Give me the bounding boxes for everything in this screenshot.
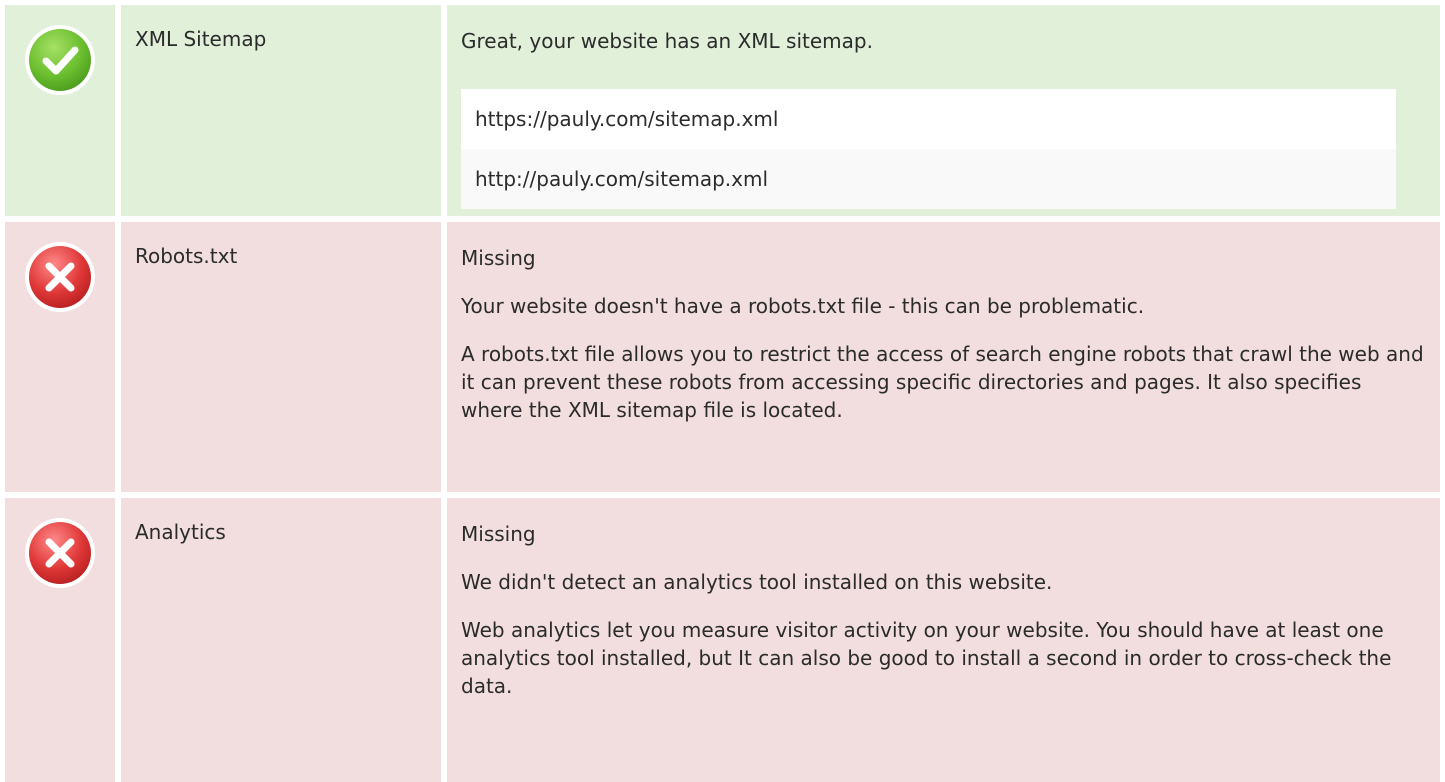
check-summary: Great, your website has an XML sitemap. [461,29,873,53]
check-detail: A robots.txt file allows you to restrict… [461,342,1424,422]
check-label: Analytics [135,520,226,544]
check-row-xml-sitemap: XML Sitemap Great, your website has an X… [0,5,1445,216]
check-content-cell: Great, your website has an XML sitemap. … [447,5,1440,216]
check-content-cell: Missing We didn't detect an analytics to… [447,498,1440,782]
status-cell [5,222,115,492]
sitemap-url: http://pauly.com/sitemap.xml [461,149,1396,209]
check-summary: Missing [461,522,536,546]
cross-icon [25,242,95,312]
check-label-cell: XML Sitemap [121,5,441,216]
check-label-cell: Analytics [121,498,441,782]
check-row-analytics: Analytics Missing We didn't detect an an… [0,498,1445,782]
status-cell [5,5,115,216]
check-label: Robots.txt [135,244,238,268]
check-content: Missing Your website doesn't have a robo… [461,244,1426,424]
check-summary: Missing [461,246,536,270]
cross-icon [25,518,95,588]
check-content-cell: Missing Your website doesn't have a robo… [447,222,1440,492]
sitemap-url-list: https://pauly.com/sitemap.xml http://pau… [461,89,1396,209]
check-content: Missing We didn't detect an analytics to… [461,520,1426,700]
check-icon [25,25,95,95]
check-detail: We didn't detect an analytics tool insta… [461,570,1053,594]
check-label: XML Sitemap [135,27,267,51]
sitemap-url: https://pauly.com/sitemap.xml [461,89,1396,149]
check-row-robots-txt: Robots.txt Missing Your website doesn't … [0,222,1445,492]
check-detail: Your website doesn't have a robots.txt f… [461,294,1145,318]
seo-report: XML Sitemap Great, your website has an X… [0,0,1445,782]
check-detail: Web analytics let you measure visitor ac… [461,618,1392,698]
check-label-cell: Robots.txt [121,222,441,492]
check-content: Great, your website has an XML sitemap. [461,27,1426,55]
status-cell [5,498,115,782]
